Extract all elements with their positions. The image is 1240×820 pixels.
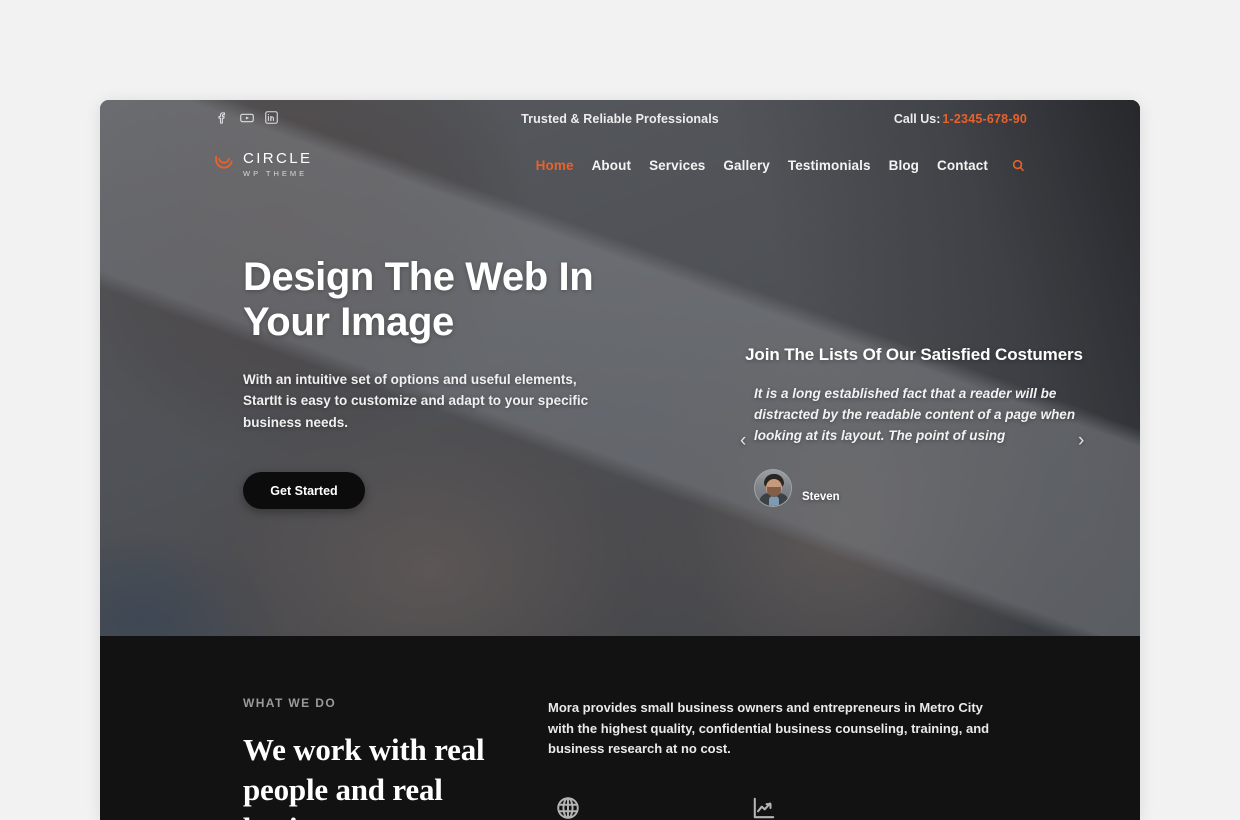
nav-item-home[interactable]: Home [536, 158, 574, 173]
nav-item-blog[interactable]: Blog [889, 158, 919, 173]
phone-number[interactable]: 1-2345-678-90 [942, 112, 1027, 126]
testimonial-slider: Join The Lists Of Our Satisfied Costumer… [728, 345, 1100, 507]
testimonial-author: Steven [728, 468, 1100, 507]
section-headline: We work with real people and real busine… [243, 732, 485, 820]
testimonial-author-name: Steven [802, 490, 840, 503]
section-body-copy: Mora provides small business owners and … [548, 700, 990, 757]
testimonial-heading: Join The Lists Of Our Satisfied Costumer… [745, 345, 1083, 364]
brand-subtitle: WP THEME [243, 169, 308, 178]
testimonial-quote: It is a long established fact that a rea… [754, 386, 1076, 443]
what-we-do-right: Mora provides small business owners and … [548, 696, 1008, 820]
search-icon[interactable] [1010, 157, 1027, 174]
globe-icon[interactable] [554, 794, 582, 820]
call-us-label: Call Us: [893, 112, 941, 126]
nav-item-about[interactable]: About [592, 158, 631, 173]
feature-icon-row [548, 794, 1008, 820]
nav-item-contact[interactable]: Contact [937, 158, 988, 173]
brand-name: CIRCLE [243, 150, 313, 167]
hero-section: Trusted & Reliable Professionals Call Us… [100, 100, 1140, 636]
hero-description: With an intuitive set of options and use… [243, 371, 589, 431]
circle-logo-icon [213, 153, 235, 175]
section-eyebrow: WHAT WE DO [243, 696, 337, 710]
call-us: Call Us: 1-2345-678-90 [894, 112, 1027, 126]
main-navbar: CIRCLE WP THEME Home About Services Gall… [100, 145, 1140, 197]
nav-item-testimonials[interactable]: Testimonials [788, 158, 871, 173]
hero-content: Design The Web In Your Image With an int… [243, 255, 613, 510]
what-we-do-left: WHAT WE DO We work with real people and … [243, 696, 548, 820]
hero-title: Design The Web In Your Image [243, 255, 594, 344]
site-logo[interactable]: CIRCLE WP THEME [213, 151, 312, 178]
carousel-prev-icon[interactable]: ‹ [740, 431, 746, 450]
nav-links: Home About Services Gallery Testimonials… [536, 157, 1027, 174]
nav-item-gallery[interactable]: Gallery [723, 158, 769, 173]
avatar [754, 468, 792, 507]
nav-item-services[interactable]: Services [649, 158, 705, 173]
top-bar: Trusted & Reliable Professionals Call Us… [100, 100, 1140, 145]
website-preview-card: Trusted & Reliable Professionals Call Us… [100, 100, 1140, 820]
get-started-button[interactable]: Get Started [243, 472, 365, 510]
carousel-next-icon[interactable]: › [1078, 431, 1084, 450]
what-we-do-section: WHAT WE DO We work with real people and … [100, 636, 1140, 820]
growth-chart-icon[interactable] [750, 794, 778, 820]
